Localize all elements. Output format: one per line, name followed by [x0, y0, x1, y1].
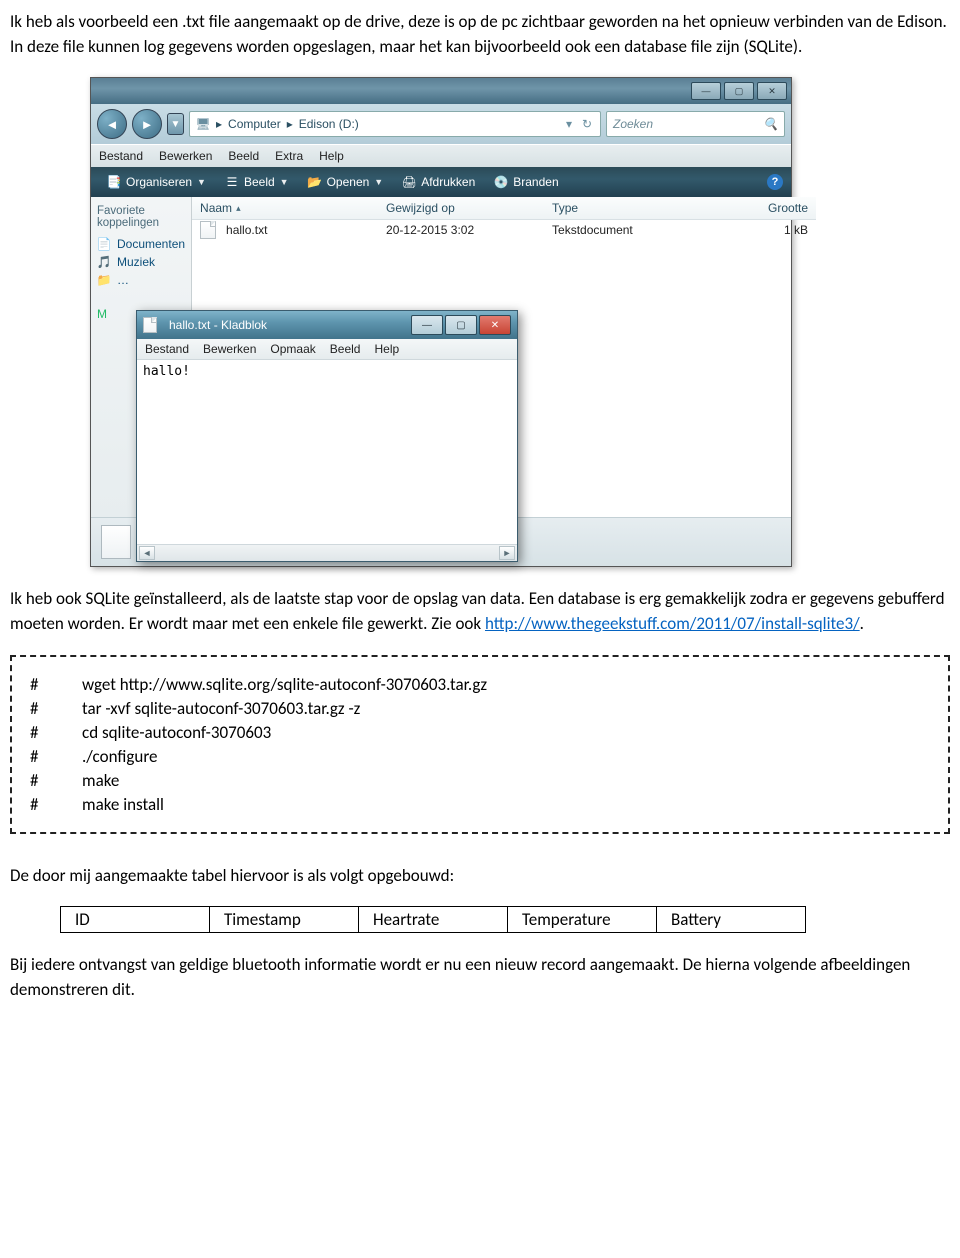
- toolbar-burn[interactable]: 💿 Branden: [486, 172, 566, 192]
- closing-paragraph: Bij iedere ontvangst van geldige bluetoo…: [10, 953, 950, 1002]
- column-size[interactable]: Grootte: [710, 201, 816, 215]
- menu-extra[interactable]: Extra: [275, 149, 303, 163]
- folder-icon: 📁: [97, 273, 111, 287]
- views-icon: ☰: [225, 175, 239, 189]
- notepad-close[interactable]: ✕: [479, 315, 511, 335]
- status-file-icon: [101, 525, 131, 559]
- code-line: #wget http://www.sqlite.org/sqlite-autoc…: [30, 674, 930, 695]
- column-name[interactable]: Naam ▴: [192, 201, 378, 215]
- breadcrumb[interactable]: 🖥 ▸ Computer ▸ Edison (D:) ▾ ↻: [189, 111, 601, 137]
- explorer-menubar: Bestand Bewerken Beeld Extra Help: [91, 144, 791, 167]
- notepad-maximize[interactable]: ▢: [445, 315, 477, 335]
- column-modified[interactable]: Gewijzigd op: [378, 201, 544, 215]
- address-bar: ◄ ► ▼ 🖥 ▸ Computer ▸ Edison (D:) ▾ ↻ Zoe…: [91, 104, 791, 144]
- notepad-window: hallo.txt - Kladblok — ▢ ✕ Bestand Bewer…: [136, 310, 518, 562]
- np-menu-format[interactable]: Opmaak: [270, 342, 315, 356]
- col-id: ID: [61, 907, 210, 933]
- schema-table: ID Timestamp Heartrate Temperature Batte…: [60, 906, 806, 933]
- explorer-titlebar: — ▢ ✕: [91, 78, 791, 104]
- table-row: ID Timestamp Heartrate Temperature Batte…: [61, 907, 806, 933]
- scroll-left-icon[interactable]: ◄: [139, 546, 155, 560]
- music-icon: 🎵: [97, 255, 111, 269]
- open-icon: 📂: [308, 175, 322, 189]
- code-line: #./configure: [30, 746, 930, 767]
- notepad-title: hallo.txt - Kladblok: [169, 318, 267, 332]
- search-placeholder: Zoeken: [613, 117, 653, 131]
- toolbar-open[interactable]: 📂 Openen ▼: [300, 172, 392, 192]
- notepad-titlebar: hallo.txt - Kladblok — ▢ ✕: [137, 311, 517, 339]
- breadcrumb-drive: Edison (D:): [299, 117, 359, 131]
- computer-icon: 🖥: [196, 117, 210, 131]
- menu-help[interactable]: Help: [319, 149, 344, 163]
- table-intro-paragraph: De door mij aangemaakte tabel hiervoor i…: [10, 864, 950, 889]
- np-menu-edit[interactable]: Bewerken: [203, 342, 256, 356]
- code-line: #cd sqlite-autoconf-3070603: [30, 722, 930, 743]
- nav-history-icon[interactable]: ▼: [167, 113, 184, 135]
- col-temperature: Temperature: [508, 907, 657, 933]
- notepad-menubar: Bestand Bewerken Opmaak Beeld Help: [137, 339, 517, 360]
- menu-file[interactable]: Bestand: [99, 149, 143, 163]
- minimize-button[interactable]: —: [691, 82, 721, 100]
- col-battery: Battery: [657, 907, 806, 933]
- sort-asc-icon: ▴: [236, 203, 241, 214]
- print-icon: 🖨: [402, 175, 416, 189]
- notepad-icon: [143, 317, 157, 333]
- notepad-textarea[interactable]: hallo!: [137, 360, 517, 544]
- nav-back-icon[interactable]: ◄: [97, 109, 127, 139]
- sidebar-item-truncated[interactable]: 📁 …: [97, 271, 185, 289]
- code-line: #make: [30, 770, 930, 791]
- notepad-scrollbar[interactable]: ◄ ►: [137, 544, 517, 561]
- col-timestamp: Timestamp: [210, 907, 359, 933]
- code-line: #tar -xvf sqlite-autoconf-3070603.tar.gz…: [30, 698, 930, 719]
- install-commands-box: #wget http://www.sqlite.org/sqlite-autoc…: [10, 655, 950, 834]
- col-heartrate: Heartrate: [359, 907, 508, 933]
- breadcrumb-root: Computer: [228, 117, 281, 131]
- maximize-button[interactable]: ▢: [724, 82, 754, 100]
- search-icon: 🔍: [763, 117, 778, 131]
- np-menu-view[interactable]: Beeld: [330, 342, 361, 356]
- help-icon[interactable]: ?: [767, 174, 783, 190]
- sqlite-paragraph: Ik heb ook SQLite geïnstalleerd, als de …: [10, 587, 950, 636]
- toolbar-organize[interactable]: 📑 Organiseren ▼: [99, 172, 214, 192]
- sidebar-heading: Favoriete koppelingen: [97, 205, 185, 229]
- burn-icon: 💿: [494, 175, 508, 189]
- chevron-down-icon[interactable]: ▾: [562, 117, 576, 131]
- explorer-toolbar: 📑 Organiseren ▼ ☰ Beeld ▼ 📂 Openen ▼ 🖨 A…: [91, 167, 791, 197]
- np-menu-help[interactable]: Help: [374, 342, 399, 356]
- refresh-icon[interactable]: ↻: [580, 117, 594, 131]
- code-line: #make install: [30, 794, 930, 815]
- notepad-minimize[interactable]: —: [411, 315, 443, 335]
- documents-icon: 📄: [97, 237, 111, 251]
- menu-view[interactable]: Beeld: [228, 149, 259, 163]
- scroll-right-icon[interactable]: ►: [499, 546, 515, 560]
- text-file-icon: [200, 221, 216, 239]
- toolbar-print[interactable]: 🖨 Afdrukken: [394, 172, 483, 192]
- np-menu-file[interactable]: Bestand: [145, 342, 189, 356]
- organize-icon: 📑: [107, 175, 121, 189]
- menu-edit[interactable]: Bewerken: [159, 149, 212, 163]
- file-row[interactable]: hallo.txt 20-12-2015 3:02 Tekstdocument …: [192, 220, 816, 240]
- sidebar-item-documents[interactable]: 📄 Documenten: [97, 235, 185, 253]
- intro-paragraph: Ik heb als voorbeeld een .txt file aange…: [10, 10, 950, 59]
- sidebar-item-music[interactable]: 🎵 Muziek: [97, 253, 185, 271]
- close-button[interactable]: ✕: [757, 82, 787, 100]
- search-input[interactable]: Zoeken 🔍: [606, 111, 785, 137]
- sqlite-install-link[interactable]: http://www.thegeekstuff.com/2011/07/inst…: [485, 613, 860, 634]
- screenshot-composite: — ▢ ✕ ◄ ► ▼ 🖥 ▸ Computer ▸ Edison (D:) ▾…: [50, 77, 750, 567]
- column-type[interactable]: Type: [544, 201, 710, 215]
- toolbar-views[interactable]: ☰ Beeld ▼: [217, 172, 297, 192]
- nav-forward-icon[interactable]: ►: [132, 109, 162, 139]
